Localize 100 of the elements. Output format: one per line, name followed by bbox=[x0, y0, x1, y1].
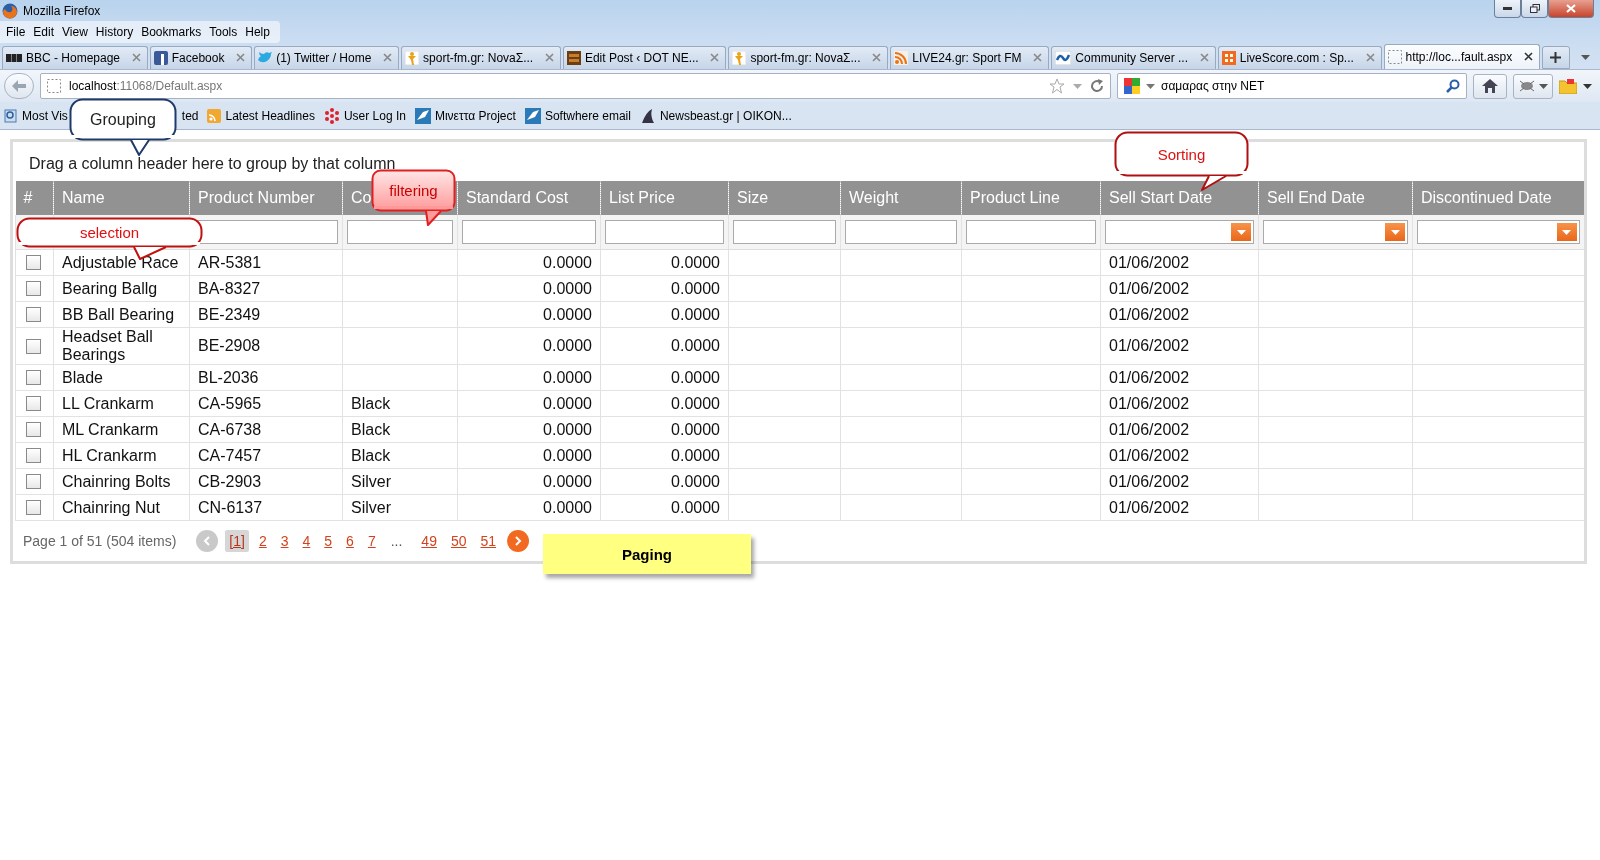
dropdown-button[interactable] bbox=[1231, 223, 1251, 241]
date-filter-field[interactable] bbox=[1105, 220, 1254, 244]
table-cell: 0.0000 bbox=[671, 305, 720, 323]
date-filter-field[interactable] bbox=[1263, 220, 1408, 244]
blocks-icon bbox=[6, 53, 22, 63]
browser-tab[interactable]: sport-fm.gr: NovaΣ... bbox=[401, 46, 561, 69]
table-cell: 0.0000 bbox=[543, 498, 592, 516]
checkbox[interactable] bbox=[26, 500, 41, 515]
checkbox[interactable] bbox=[26, 448, 41, 463]
checkbox[interactable] bbox=[26, 255, 41, 270]
browser-tab[interactable]: BBC - Homepage bbox=[2, 46, 148, 69]
bookmark-link[interactable]: Softwhere email bbox=[524, 107, 631, 124]
dropdown-button[interactable] bbox=[1385, 223, 1405, 241]
firefox-logo-icon bbox=[2, 2, 18, 19]
square-icon bbox=[153, 51, 168, 65]
browser-tab[interactable]: Community Server ... bbox=[1051, 46, 1216, 69]
menu-item[interactable]: Bookmarks bbox=[139, 25, 208, 39]
table-cell: BA-8327 bbox=[198, 279, 261, 297]
caret-icon bbox=[1073, 83, 1082, 89]
back-arrow-icon bbox=[12, 80, 26, 92]
browser-tab[interactable]: http://loc...fault.aspx bbox=[1383, 44, 1540, 69]
table-cell: ML Crankarm bbox=[62, 420, 159, 438]
star-icon[interactable] bbox=[1049, 78, 1065, 94]
filter-field[interactable] bbox=[845, 220, 957, 244]
bookmark-link[interactable]: Newsbeast.gr | OIKON... bbox=[639, 107, 792, 124]
checkbox[interactable] bbox=[26, 370, 41, 385]
bookmark-link[interactable]: Latest Headlines bbox=[207, 108, 315, 123]
browser-tab[interactable]: LiveScore.com : Sp... bbox=[1217, 46, 1382, 69]
table-cell: Black bbox=[351, 394, 391, 412]
table-cell: 0.0000 bbox=[671, 337, 720, 354]
table-cell: Bearing Ballg bbox=[62, 279, 158, 297]
table-cell: 0.0000 bbox=[543, 337, 592, 354]
window-title: Mozilla Firefox bbox=[23, 3, 102, 18]
browser-tab[interactable]: LIVE24.gr: Sport FM bbox=[890, 46, 1050, 69]
filter-field[interactable] bbox=[605, 220, 724, 244]
table-cell: 01/06/2002 bbox=[1109, 337, 1190, 354]
menu-item[interactable]: Tools bbox=[207, 25, 244, 39]
table-cell: 0.0000 bbox=[543, 305, 592, 323]
checkbox[interactable] bbox=[26, 422, 41, 437]
address-field[interactable]: localhost:11068/Default.aspx bbox=[40, 73, 1111, 99]
folder-icon[interactable] bbox=[1559, 78, 1577, 94]
home-icon bbox=[1482, 79, 1498, 93]
table-cell: Chainring Nut bbox=[62, 498, 160, 516]
menu-item[interactable]: History bbox=[93, 25, 140, 39]
menu-item[interactable]: Edit bbox=[31, 25, 61, 39]
next-page-button[interactable] bbox=[507, 530, 530, 552]
browser-tab[interactable]: sport-fm.gr: NovaΣ... bbox=[728, 46, 889, 69]
checkbox[interactable] bbox=[26, 338, 41, 354]
new-tab-button[interactable] bbox=[1542, 46, 1570, 69]
close-icon bbox=[1566, 4, 1576, 13]
table-cell: BL-2036 bbox=[198, 368, 259, 386]
restore-button[interactable] bbox=[1521, 0, 1548, 18]
bookmark-link[interactable]: ted bbox=[181, 108, 199, 123]
search-engine-icon bbox=[1124, 78, 1140, 94]
table-cell: 0.0000 bbox=[671, 498, 720, 516]
filter-field[interactable] bbox=[347, 220, 453, 244]
bookmark-link[interactable]: Μινεττα Project bbox=[414, 107, 516, 124]
checkbox[interactable] bbox=[26, 474, 41, 489]
bookmark-link[interactable]: User Log In bbox=[323, 107, 406, 124]
bookmark-link[interactable]: Most Vis bbox=[4, 108, 68, 123]
table-cell: 0.0000 bbox=[543, 394, 592, 412]
close-icon bbox=[1033, 53, 1043, 62]
bug-icon bbox=[1518, 79, 1536, 93]
close-icon bbox=[1365, 53, 1375, 62]
group-panel-hint: Drag a column header here to group by that column bbox=[29, 155, 396, 172]
table-cell: 0.0000 bbox=[543, 446, 592, 464]
menu-item[interactable]: Help bbox=[243, 25, 276, 39]
table-cell: 0.0000 bbox=[543, 279, 592, 297]
browser-tab[interactable]: (1) Twitter / Home bbox=[254, 46, 400, 69]
date-filter-field[interactable] bbox=[1417, 220, 1580, 244]
menu-item[interactable]: File bbox=[4, 25, 32, 39]
checkbox[interactable] bbox=[26, 307, 41, 322]
close-icon bbox=[872, 53, 882, 62]
tab-close-button[interactable] bbox=[1524, 52, 1534, 62]
grid-icon bbox=[1221, 51, 1236, 65]
checkbox[interactable] bbox=[26, 396, 41, 411]
filter-field[interactable] bbox=[733, 220, 836, 244]
caret-icon bbox=[1236, 229, 1246, 235]
minimize-button[interactable] bbox=[1494, 0, 1521, 18]
table-cell: BB Ball Bearing bbox=[62, 305, 175, 323]
search-field[interactable]: σαμαρας στην NET bbox=[1117, 73, 1467, 99]
dropdown-button[interactable] bbox=[1556, 223, 1577, 241]
home-button[interactable] bbox=[1473, 73, 1507, 99]
filter-field[interactable] bbox=[462, 220, 596, 244]
reload-icon[interactable] bbox=[1090, 79, 1104, 93]
search-icon[interactable] bbox=[1446, 79, 1460, 93]
menu-item[interactable]: View bbox=[60, 25, 94, 39]
browser-tab[interactable]: Edit Post ‹ DOT NE... bbox=[562, 46, 727, 69]
back-button[interactable] bbox=[4, 73, 34, 99]
table-cell: 0.0000 bbox=[543, 253, 592, 271]
page-link[interactable]: [1] bbox=[225, 530, 249, 552]
close-icon bbox=[236, 53, 246, 62]
filter-field[interactable] bbox=[966, 220, 1096, 244]
close-button[interactable] bbox=[1548, 0, 1594, 18]
addon-button[interactable] bbox=[1513, 73, 1553, 99]
table-cell: 0.0000 bbox=[671, 368, 720, 386]
close-icon bbox=[1524, 52, 1533, 61]
checkbox[interactable] bbox=[26, 281, 41, 296]
browser-tab[interactable]: Facebook bbox=[149, 46, 253, 69]
minimize-icon bbox=[1503, 7, 1512, 10]
